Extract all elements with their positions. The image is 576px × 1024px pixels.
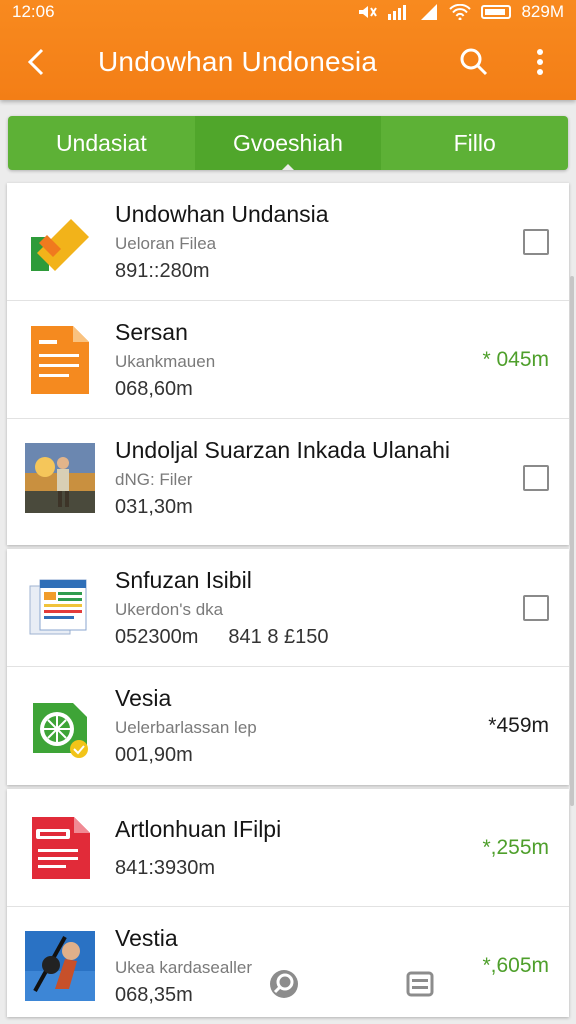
- file-size: * 045m: [482, 347, 549, 371]
- app-logo-icon: [25, 205, 95, 279]
- search-fab[interactable]: [268, 968, 300, 1005]
- document-icon: [25, 323, 95, 397]
- file-size: *,605m: [482, 954, 549, 977]
- file-meta-secondary: 841 8 £150: [228, 625, 329, 648]
- tab-gvoeshiah[interactable]: Gvoeshiah: [194, 116, 382, 170]
- file-meta: 001,90m: [115, 744, 193, 766]
- mute-icon: [359, 6, 378, 18]
- file-meta-primary: 052300m: [115, 625, 199, 648]
- app-green-icon: [25, 689, 95, 763]
- more-options-button[interactable]: [518, 40, 562, 84]
- list-item[interactable]: Sersan Ukankmauen 068,60m * 045m: [7, 301, 569, 419]
- file-meta: 052300m 841 8 £150: [115, 626, 523, 649]
- list-item[interactable]: Undoljal Suarzan Inkada Ulanahi dNG: Fil…: [7, 419, 569, 537]
- search-icon: [460, 48, 488, 76]
- file-size: *,255m: [482, 835, 549, 859]
- status-icons: 829M: [357, 2, 564, 22]
- file-meta: 891::280m: [115, 259, 210, 282]
- scrollbar[interactable]: [570, 276, 574, 806]
- file-title: Artlonhuan IFilpi: [115, 815, 282, 842]
- signal-icon: [388, 5, 407, 20]
- file-title: Undoljal Suarzan Inkada Ulanahi: [115, 437, 450, 463]
- file-subtitle: Uelerbarlassan lep: [115, 718, 257, 737]
- file-title: Undowhan Undansia: [115, 200, 329, 227]
- file-title: Sersan: [115, 318, 188, 345]
- photo-thumbnail-2: [25, 929, 95, 1003]
- wifi-icon: [449, 4, 472, 20]
- file-subtitle: dNG: Filer: [115, 470, 193, 489]
- file-meta: 031,30m: [115, 496, 193, 518]
- file-subtitle: Ukankmauen: [115, 351, 216, 371]
- file-list: Undowhan Undansia Ueloran Filea 891::280…: [7, 183, 569, 1017]
- back-button[interactable]: [14, 40, 58, 84]
- app-bar: Undowhan Undonesia: [0, 24, 576, 100]
- magnify-icon: [270, 970, 298, 998]
- list-item[interactable]: Artlonhuan IFilpi 841:3930m *,255m: [7, 789, 569, 907]
- status-time: 12:06: [12, 2, 55, 21]
- photo-thumbnail: [25, 441, 95, 515]
- file-meta: 841:3930m: [115, 856, 216, 879]
- spreadsheet-icon: [25, 571, 95, 645]
- search-button[interactable]: [452, 40, 496, 84]
- file-meta: 068,60m: [115, 377, 193, 400]
- signal-2-icon: [421, 4, 438, 20]
- file-title: Vestia: [115, 925, 178, 951]
- tab-undasiat[interactable]: Undasiat: [8, 116, 195, 170]
- list-icon: [406, 971, 434, 997]
- list-item[interactable]: Vesia Uelerbarlassan lep 001,90m *459m: [7, 667, 569, 785]
- battery-text: 829M: [521, 2, 564, 21]
- list-item[interactable]: Undowhan Undansia Ueloran Filea 891::280…: [7, 183, 569, 301]
- file-subtitle: Ukerdon's dka: [115, 599, 224, 619]
- battery-icon: [481, 5, 512, 19]
- status-bar: 12:06 829M: [0, 0, 576, 24]
- file-title: Snfuzan Isibil: [115, 566, 252, 593]
- select-checkbox[interactable]: [523, 594, 549, 621]
- tab-bar: Undasiat Gvoeshiah Fillo: [8, 116, 568, 170]
- app-header: 12:06 829M Undowhan Undonesia: [0, 0, 576, 100]
- file-subtitle: Ueloran Filea: [115, 233, 217, 253]
- file-card: Undowhan Undansia Ueloran Filea 891::280…: [7, 183, 569, 545]
- list-item[interactable]: Snfuzan Isibil Ukerdon's dka 052300m 841 …: [7, 549, 569, 667]
- file-title: Vesia: [115, 685, 172, 711]
- page-title: Undowhan Undonesia: [98, 46, 378, 77]
- more-vert-icon: [537, 49, 543, 75]
- select-checkbox[interactable]: [523, 465, 549, 491]
- back-arrow-icon: [27, 48, 44, 76]
- pdf-icon: [25, 811, 95, 885]
- list-view-button[interactable]: [406, 970, 434, 1003]
- select-checkbox[interactable]: [523, 228, 549, 255]
- tab-fillo[interactable]: Fillo: [381, 116, 568, 170]
- file-size: *459m: [488, 714, 549, 737]
- list-item[interactable]: Vestia Ukea kardasealler 068,35m *,605m: [7, 907, 569, 1024]
- file-card: Snfuzan Isibil Ukerdon's dka 052300m 841 …: [7, 549, 569, 785]
